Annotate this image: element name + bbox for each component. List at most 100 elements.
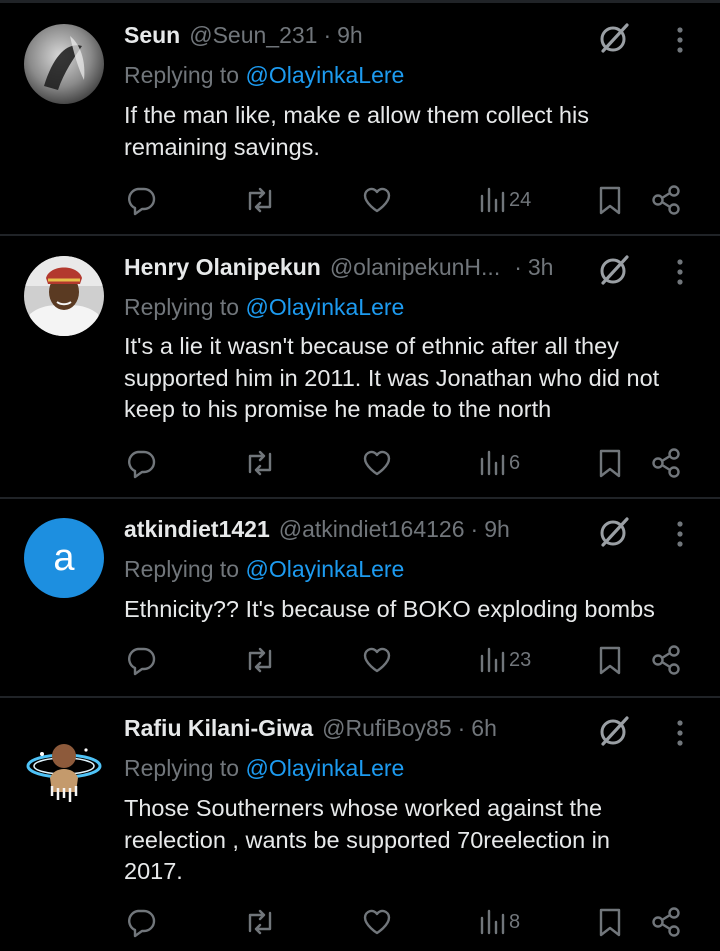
- tweet-text: Those Southerners whose worked against t…: [124, 795, 610, 884]
- retweet-button[interactable]: [242, 445, 278, 481]
- replying-to: Replying to @OlayinkaLere: [124, 62, 404, 89]
- more-icon[interactable]: [668, 518, 692, 550]
- user-handle[interactable]: @atkindiet164126: [279, 516, 465, 543]
- views-button[interactable]: 23: [478, 642, 531, 678]
- user-handle[interactable]: @olanipekunH...: [330, 254, 500, 281]
- grok-icon[interactable]: [596, 713, 632, 749]
- reply-icon: [125, 184, 157, 216]
- share-button[interactable]: [651, 642, 681, 678]
- share-icon: [651, 906, 681, 938]
- bookmark-icon: [597, 447, 623, 479]
- reply-feed: Seun @Seun_231 · 9h Replying to @Olayink…: [0, 0, 720, 951]
- tweet-card[interactable]: Seun @Seun_231 · 9h Replying to @Olayink…: [0, 0, 720, 236]
- tweet-header: Seun @Seun_231 · 9h: [124, 22, 363, 54]
- reply-icon: [125, 906, 157, 938]
- share-button[interactable]: [651, 445, 681, 481]
- tweet-card[interactable]: a atkindiet1421 @atkindiet164126 · 9h Re…: [0, 499, 720, 697]
- views-icon: [478, 447, 506, 479]
- separator-dot: ·: [470, 516, 479, 542]
- avatar[interactable]: [24, 256, 104, 336]
- bookmark-button[interactable]: [597, 445, 623, 481]
- bookmark-button[interactable]: [597, 182, 623, 218]
- mention-link[interactable]: @OlayinkaLere: [245, 755, 404, 781]
- like-button[interactable]: [361, 642, 393, 678]
- share-icon: [651, 447, 681, 479]
- views-count: 24: [509, 188, 532, 211]
- more-icon[interactable]: [668, 717, 692, 749]
- views-icon: [478, 184, 506, 216]
- views-icon: [478, 644, 506, 676]
- retweet-button[interactable]: [242, 642, 278, 678]
- avatar[interactable]: [24, 726, 104, 806]
- user-handle[interactable]: @Seun_231: [189, 22, 317, 49]
- tweet-header: Rafiu Kilani-Giwa @RufiBoy85 · 6h: [124, 715, 497, 747]
- like-icon: [361, 447, 393, 479]
- views-button[interactable]: 8: [478, 904, 520, 940]
- grok-icon[interactable]: [596, 514, 632, 550]
- like-button[interactable]: [361, 182, 393, 218]
- separator-dot: ·: [457, 715, 466, 741]
- retweet-icon: [242, 906, 278, 938]
- retweet-button[interactable]: [242, 182, 278, 218]
- replying-label: Replying to: [124, 62, 240, 88]
- views-count: 8: [509, 910, 521, 933]
- reply-button[interactable]: [125, 445, 157, 481]
- timestamp[interactable]: 9h: [484, 516, 510, 543]
- tweet-text: It's a lie it wasn't because of ethnic a…: [124, 333, 660, 422]
- tweet-card[interactable]: Rafiu Kilani-Giwa @RufiBoy85 · 6h Replyi…: [0, 698, 720, 951]
- timestamp[interactable]: 6h: [471, 715, 497, 742]
- tweet-header: atkindiet1421 @atkindiet164126 · 9h: [124, 516, 510, 548]
- mention-link[interactable]: @OlayinkaLere: [245, 62, 404, 88]
- avatar-letter: a: [53, 536, 75, 579]
- bookmark-icon: [597, 644, 623, 676]
- bookmark-button[interactable]: [597, 904, 623, 940]
- display-name[interactable]: Seun: [124, 22, 180, 49]
- avatar[interactable]: a: [24, 518, 104, 598]
- mention-link[interactable]: @OlayinkaLere: [245, 556, 404, 582]
- like-button[interactable]: [361, 445, 393, 481]
- replying-label: Replying to: [124, 556, 240, 582]
- tweet-text: Ethnicity?? It's because of BOKO explodi…: [124, 596, 655, 622]
- timestamp[interactable]: 3h: [528, 254, 554, 281]
- share-icon: [651, 184, 681, 216]
- reply-button[interactable]: [125, 904, 157, 940]
- display-name[interactable]: atkindiet1421: [124, 516, 270, 543]
- user-handle[interactable]: @RufiBoy85: [322, 715, 451, 742]
- reply-button[interactable]: [125, 642, 157, 678]
- retweet-icon: [242, 184, 278, 216]
- avatar[interactable]: [24, 24, 104, 104]
- display-name[interactable]: Henry Olanipekun: [124, 254, 321, 281]
- tweet-text: If the man like, make e allow them colle…: [124, 102, 589, 160]
- share-button[interactable]: [651, 182, 681, 218]
- more-icon[interactable]: [668, 256, 692, 288]
- like-button[interactable]: [361, 904, 393, 940]
- views-count: 23: [509, 648, 532, 671]
- views-count: 6: [509, 451, 521, 474]
- views-button[interactable]: 6: [478, 445, 520, 481]
- retweet-icon: [242, 447, 278, 479]
- mention-link[interactable]: @OlayinkaLere: [245, 294, 404, 320]
- reply-icon: [125, 447, 157, 479]
- reply-button[interactable]: [125, 182, 157, 218]
- separator-dot: ·: [514, 254, 522, 280]
- display-name[interactable]: Rafiu Kilani-Giwa: [124, 715, 313, 742]
- more-icon[interactable]: [668, 24, 692, 56]
- like-icon: [361, 906, 393, 938]
- retweet-button[interactable]: [242, 904, 278, 940]
- retweet-icon: [242, 644, 278, 676]
- replying-to: Replying to @OlayinkaLere: [124, 755, 404, 782]
- share-button[interactable]: [651, 904, 681, 940]
- replying-label: Replying to: [124, 755, 240, 781]
- reply-icon: [125, 644, 157, 676]
- grok-icon[interactable]: [596, 252, 632, 288]
- tweet-card[interactable]: Henry Olanipekun @olanipekunH... · 3h Re…: [0, 236, 720, 498]
- replying-to: Replying to @OlayinkaLere: [124, 294, 404, 321]
- tweet-header: Henry Olanipekun @olanipekunH... · 3h: [124, 254, 553, 286]
- timestamp[interactable]: 9h: [337, 22, 363, 49]
- like-icon: [361, 184, 393, 216]
- views-icon: [478, 906, 506, 938]
- grok-icon[interactable]: [596, 20, 632, 56]
- views-button[interactable]: 24: [478, 182, 531, 218]
- bookmark-button[interactable]: [597, 642, 623, 678]
- bookmark-icon: [597, 184, 623, 216]
